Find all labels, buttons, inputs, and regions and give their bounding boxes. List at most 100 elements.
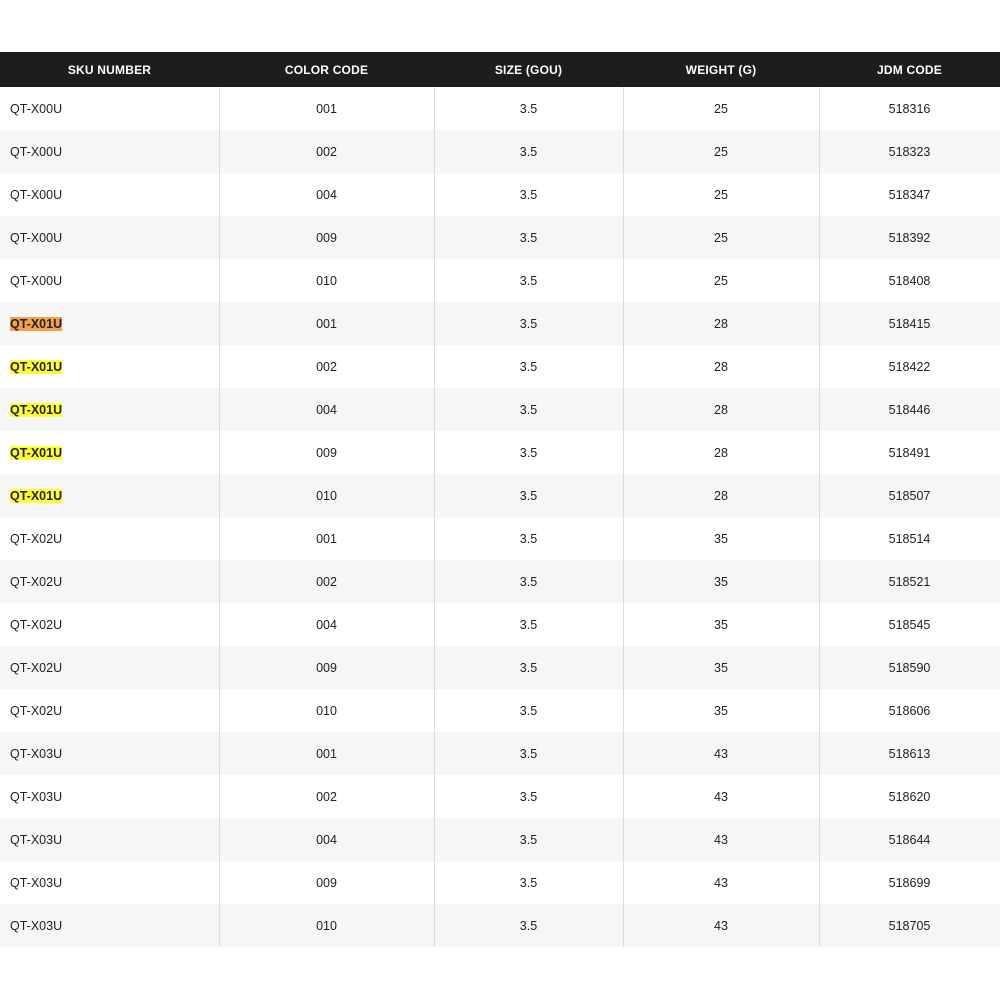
sku-text: QT-X02U: [10, 703, 63, 718]
sku-text: QT-X01U: [10, 402, 63, 417]
sku-cell: QT-X02U: [0, 517, 220, 560]
weight-cell: 25: [623, 259, 820, 302]
sku-text: QT-X02U: [10, 660, 63, 675]
jdm-code-cell: 518507: [819, 474, 1000, 517]
color-code-cell: 004: [219, 603, 435, 646]
jdm-code-cell: 518705: [819, 904, 1000, 947]
sku-cell: QT-X00U: [0, 259, 220, 302]
sku-table: SKU NUMBER COLOR CODE SIZE (GOU) WEIGHT …: [0, 52, 1000, 947]
color-code-cell: 002: [219, 130, 435, 173]
size-cell: 3.5: [434, 732, 624, 775]
size-cell: 3.5: [434, 646, 624, 689]
size-cell: 3.5: [434, 560, 624, 603]
size-cell: 3.5: [434, 173, 624, 216]
sku-text: QT-X02U: [10, 574, 63, 589]
jdm-code-cell: 518415: [819, 302, 1000, 345]
size-cell: 3.5: [434, 388, 624, 431]
table-row: QT-X03U 001 3.5 43 518613: [0, 732, 1000, 775]
sku-text: QT-X01U: [10, 316, 63, 331]
weight-cell: 25: [623, 216, 820, 259]
size-cell: 3.5: [434, 302, 624, 345]
jdm-code-cell: 518521: [819, 560, 1000, 603]
weight-cell: 25: [623, 130, 820, 173]
sku-cell: QT-X02U: [0, 603, 220, 646]
sku-cell: QT-X03U: [0, 861, 220, 904]
sku-cell: QT-X02U: [0, 560, 220, 603]
sku-cell: QT-X01U: [0, 345, 220, 388]
color-code-cell: 010: [219, 904, 435, 947]
table-row: QT-X01U 010 3.5 28 518507: [0, 474, 1000, 517]
color-code-cell: 004: [219, 173, 435, 216]
table-row: QT-X00U 009 3.5 25 518392: [0, 216, 1000, 259]
color-code-cell: 010: [219, 689, 435, 732]
sku-cell: QT-X02U: [0, 646, 220, 689]
table-row: QT-X00U 010 3.5 25 518408: [0, 259, 1000, 302]
size-cell: 3.5: [434, 259, 624, 302]
size-cell: 3.5: [434, 474, 624, 517]
table-header: SKU NUMBER COLOR CODE SIZE (GOU) WEIGHT …: [0, 52, 1000, 87]
size-cell: 3.5: [434, 431, 624, 474]
table-row: QT-X03U 010 3.5 43 518705: [0, 904, 1000, 947]
color-code-cell: 001: [219, 517, 435, 560]
jdm-code-cell: 518620: [819, 775, 1000, 818]
sku-cell: QT-X00U: [0, 173, 220, 216]
color-code-cell: 004: [219, 818, 435, 861]
size-cell: 3.5: [434, 87, 624, 130]
size-cell: 3.5: [434, 130, 624, 173]
table-row: QT-X02U 010 3.5 35 518606: [0, 689, 1000, 732]
sku-cell: QT-X03U: [0, 732, 220, 775]
color-code-cell: 001: [219, 87, 435, 130]
table-row: QT-X00U 001 3.5 25 518316: [0, 87, 1000, 130]
sku-text: QT-X03U: [10, 875, 63, 890]
page: SKU NUMBER COLOR CODE SIZE (GOU) WEIGHT …: [0, 0, 1000, 1000]
sku-cell: QT-X00U: [0, 216, 220, 259]
jdm-code-cell: 518606: [819, 689, 1000, 732]
sku-text: QT-X00U: [10, 144, 63, 159]
header-color-code: COLOR CODE: [284, 62, 369, 77]
weight-cell: 28: [623, 474, 820, 517]
sku-cell: QT-X00U: [0, 87, 220, 130]
header-sku-number: SKU NUMBER: [67, 62, 152, 77]
size-cell: 3.5: [434, 216, 624, 259]
weight-cell: 28: [623, 302, 820, 345]
weight-cell: 43: [623, 861, 820, 904]
weight-cell: 35: [623, 603, 820, 646]
sku-text: QT-X01U: [10, 445, 63, 460]
jdm-code-cell: 518699: [819, 861, 1000, 904]
sku-cell: QT-X01U: [0, 388, 220, 431]
jdm-code-cell: 518323: [819, 130, 1000, 173]
table-row: QT-X02U 001 3.5 35 518514: [0, 517, 1000, 560]
table-row: QT-X02U 004 3.5 35 518545: [0, 603, 1000, 646]
header-jdm-code: JDM CODE: [877, 62, 942, 77]
table-row: QT-X02U 002 3.5 35 518521: [0, 560, 1000, 603]
sku-text: QT-X00U: [10, 273, 63, 288]
sku-cell: QT-X00U: [0, 130, 220, 173]
table-row: QT-X00U 004 3.5 25 518347: [0, 173, 1000, 216]
size-cell: 3.5: [434, 689, 624, 732]
weight-cell: 25: [623, 173, 820, 216]
table-row: QT-X01U 001 3.5 28 518415: [0, 302, 1000, 345]
jdm-code-cell: 518408: [819, 259, 1000, 302]
table-row: QT-X03U 002 3.5 43 518620: [0, 775, 1000, 818]
weight-cell: 28: [623, 431, 820, 474]
jdm-code-cell: 518422: [819, 345, 1000, 388]
jdm-code-cell: 518514: [819, 517, 1000, 560]
sku-text: QT-X00U: [10, 187, 63, 202]
table-row: QT-X02U 009 3.5 35 518590: [0, 646, 1000, 689]
weight-cell: 35: [623, 517, 820, 560]
size-cell: 3.5: [434, 818, 624, 861]
table-row: QT-X00U 002 3.5 25 518323: [0, 130, 1000, 173]
color-code-cell: 010: [219, 474, 435, 517]
jdm-code-cell: 518392: [819, 216, 1000, 259]
color-code-cell: 009: [219, 861, 435, 904]
size-cell: 3.5: [434, 861, 624, 904]
color-code-cell: 010: [219, 259, 435, 302]
table-row: QT-X01U 004 3.5 28 518446: [0, 388, 1000, 431]
color-code-cell: 004: [219, 388, 435, 431]
jdm-code-cell: 518644: [819, 818, 1000, 861]
color-code-cell: 009: [219, 216, 435, 259]
color-code-cell: 002: [219, 560, 435, 603]
jdm-code-cell: 518316: [819, 87, 1000, 130]
sku-cell: QT-X03U: [0, 818, 220, 861]
color-code-cell: 009: [219, 646, 435, 689]
